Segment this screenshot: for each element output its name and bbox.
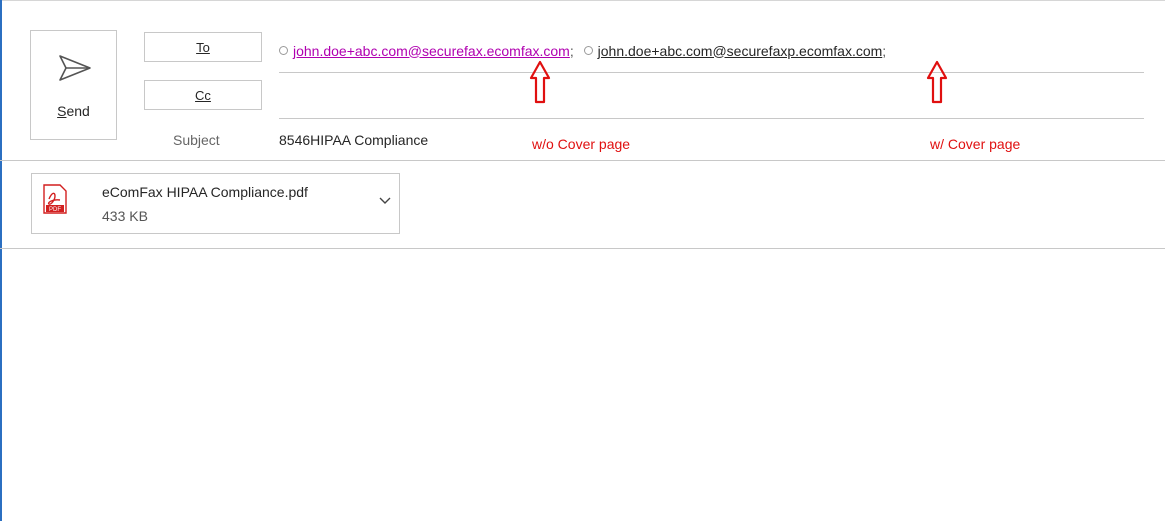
annotation-arrow-up-icon xyxy=(529,60,551,104)
attachment-filename: eComFax HIPAA Compliance.pdf xyxy=(102,184,308,200)
chevron-down-icon[interactable] xyxy=(379,196,391,206)
send-label-rest: end xyxy=(66,103,90,119)
recipient-address[interactable]: john.doe+abc.com@securefax.ecomfax.com xyxy=(293,43,570,59)
send-icon xyxy=(59,55,91,81)
pdf-icon-text: PDF xyxy=(49,207,61,213)
to-field-underline xyxy=(279,72,1144,73)
to-field[interactable]: john.doe+abc.com@securefax.ecomfax.com ;… xyxy=(279,42,892,59)
annotation-arrow-up-icon xyxy=(926,60,948,104)
recipient-separator: ; xyxy=(569,42,574,59)
cc-label: Cc xyxy=(195,87,211,103)
pdf-icon: PDF xyxy=(43,184,67,214)
recipient-address[interactable]: john.doe+abc.com@securefaxp.ecomfax.com xyxy=(598,43,883,59)
recipient-chip[interactable]: john.doe+abc.com@securefaxp.ecomfax.com … xyxy=(583,42,893,59)
annotation-without-cover: w/o Cover page xyxy=(532,136,631,152)
presence-status-icon xyxy=(583,46,593,55)
cc-field-underline xyxy=(279,118,1144,119)
recipient-separator: ; xyxy=(882,42,887,59)
to-label: To xyxy=(196,39,210,55)
attachment-size: 433 KB xyxy=(102,208,148,224)
header-divider xyxy=(0,160,1165,161)
window-top-border xyxy=(0,0,1165,1)
message-body[interactable] xyxy=(2,249,1165,521)
send-button[interactable]: Send xyxy=(30,30,117,140)
send-label: Send xyxy=(31,103,116,119)
subject-field[interactable]: 8546HIPAA Compliance xyxy=(279,132,428,148)
recipient-chip[interactable]: john.doe+abc.com@securefax.ecomfax.com ; xyxy=(279,43,580,59)
subject-label: Subject xyxy=(173,132,220,148)
cc-button[interactable]: Cc xyxy=(144,80,262,110)
presence-status-icon xyxy=(279,46,288,55)
to-button[interactable]: To xyxy=(144,32,262,62)
annotation-with-cover: w/ Cover page xyxy=(930,136,1021,152)
attachment-card[interactable]: PDF eComFax HIPAA Compliance.pdf 433 KB xyxy=(31,173,400,234)
